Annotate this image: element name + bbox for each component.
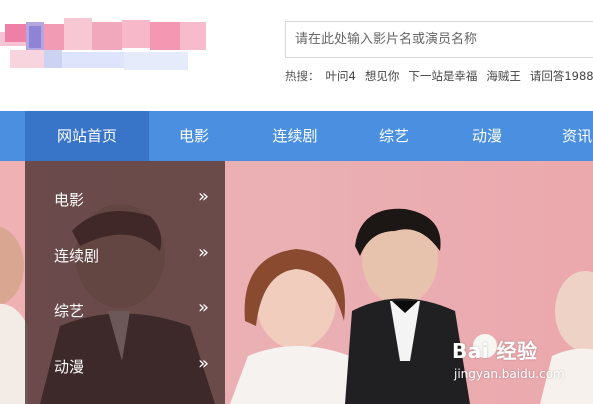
hot-search-label: 热搜： (285, 69, 320, 83)
hot-search-item[interactable]: 叶问4 (326, 69, 356, 83)
double-chevron-right-icon: » (197, 297, 209, 318)
hot-search-link[interactable]: 请回答1988 (530, 69, 593, 83)
photo-person (0, 226, 24, 306)
dropdown-item-label: 连续剧 (54, 247, 100, 265)
hot-search-bar: 热搜： 叶问4 想见你 下一站是幸福 海贼王 请回答1988 (285, 68, 593, 84)
page: 热搜： 叶问4 想见你下一站是幸福海贼王请回答1988 网站首页 电影 连续剧 综艺… (0, 0, 593, 404)
hot-search-link[interactable]: 海贼王 (486, 69, 521, 83)
logo-pixel (150, 22, 180, 50)
nav-item-movies[interactable]: 电影 (162, 111, 226, 161)
hot-search-link[interactable]: 叶问4 (326, 69, 356, 83)
dropdown-item-label: 电影 (54, 191, 85, 209)
double-chevron-right-icon: » (197, 186, 209, 207)
main-nav: 网站首页 电影 连续剧 综艺 动漫 资讯 (0, 111, 593, 161)
hot-search-link[interactable]: 下一站是幸福 (408, 69, 477, 83)
logo-pixel (10, 50, 44, 68)
dropdown-item-label: 动漫 (54, 358, 85, 376)
watermark-url: jingyan.baidu.com (454, 367, 565, 381)
hot-search-item[interactable]: 下一站是幸福 (408, 69, 477, 83)
dropdown-item-movies[interactable]: 电影 » (25, 171, 225, 227)
dropdown-item-variety[interactable]: 综艺 » (25, 282, 225, 338)
logo-pixel (180, 22, 206, 50)
logo-pixel (5, 24, 27, 42)
dropdown-item-series[interactable]: 连续剧 » (25, 227, 225, 283)
search-box (285, 21, 593, 58)
photo-dress (0, 303, 28, 404)
double-chevron-right-icon: » (197, 242, 209, 263)
baidu-jingyan-watermark: Bai 经验 jingyan.baidu.com (452, 335, 592, 395)
dropdown-item-anime[interactable]: 动漫 » (25, 338, 225, 394)
double-chevron-right-icon: » (197, 353, 209, 374)
hot-search-item[interactable]: 请回答1988 (530, 69, 593, 83)
nav-item-variety[interactable]: 综艺 (362, 111, 426, 161)
logo-pixel (124, 52, 188, 70)
header: 热搜： 叶问4 想见你下一站是幸福海贼王请回答1988 (0, 0, 593, 111)
hot-search-link[interactable]: 想见你 (365, 69, 400, 83)
nav-item-news[interactable]: 资讯 (548, 111, 593, 161)
site-logo[interactable] (0, 16, 210, 78)
logo-pixel (92, 22, 122, 50)
watermark-brand: Bai 经验 (452, 339, 538, 363)
nav-item-home[interactable]: 网站首页 (25, 111, 149, 161)
hot-search-item[interactable]: 想见你 (365, 69, 400, 83)
logo-pixel (29, 26, 41, 48)
logo-pixel (62, 52, 124, 68)
search-input[interactable] (286, 22, 593, 57)
photo-dress (230, 346, 362, 404)
hot-search-item[interactable]: 海贼王 (486, 69, 521, 83)
nav-item-anime[interactable]: 动漫 (455, 111, 519, 161)
logo-pixel (64, 18, 92, 50)
logo-pixel (122, 20, 150, 48)
logo-pixel (44, 24, 64, 50)
dropdown-item-label: 综艺 (54, 302, 85, 320)
nav-item-series[interactable]: 连续剧 (257, 111, 333, 161)
logo-pixel (44, 50, 62, 68)
category-dropdown: 电影 » 连续剧 » 综艺 » 动漫 » (25, 161, 225, 404)
